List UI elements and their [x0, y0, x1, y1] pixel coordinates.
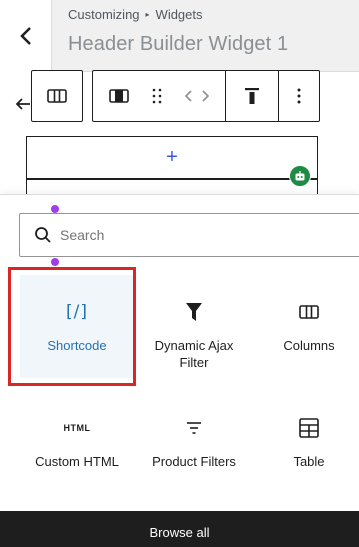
column-icon	[109, 89, 129, 103]
block-toolbar	[92, 70, 320, 122]
vertical-align-button[interactable]	[226, 71, 278, 121]
customizer-back-button[interactable]	[0, 0, 52, 72]
breadcrumb-current: Widgets	[155, 7, 203, 22]
search-box[interactable]	[19, 213, 359, 257]
block-label: Product Filters	[152, 454, 236, 469]
html-icon: HTML	[63, 423, 91, 433]
browse-all-button[interactable]: Browse all	[0, 511, 359, 547]
search-icon	[34, 226, 52, 244]
editor-back-button[interactable]	[15, 96, 31, 117]
columns-icon	[47, 89, 67, 103]
plus-icon: +	[166, 146, 178, 168]
block-product-filters[interactable]: Product Filters	[137, 413, 251, 503]
drag-handle-icon	[152, 88, 162, 104]
robot-badge-icon[interactable]	[289, 165, 311, 187]
block-shortcode[interactable]: [/] Shortcode	[20, 275, 134, 378]
shortcode-icon: [/]	[66, 302, 88, 322]
more-options-button[interactable]	[279, 71, 319, 121]
columns-icon	[299, 297, 319, 327]
move-arrows-button[interactable]	[169, 71, 225, 121]
block-inserter-popover: [/] Shortcode Dynamic Ajax Filter Column…	[0, 194, 359, 547]
block-type-button[interactable]	[93, 71, 145, 121]
block-custom-html[interactable]: HTML Custom HTML	[20, 413, 134, 503]
block-label: Custom HTML	[35, 454, 119, 469]
more-options-icon	[297, 88, 301, 104]
funnel-icon	[185, 297, 203, 327]
resize-handle-dot[interactable]	[51, 205, 59, 213]
block-label: Shortcode	[47, 338, 107, 353]
filter-lines-icon	[186, 413, 202, 443]
customizer-header: Customizing ▸ Widgets Header Builder Wid…	[0, 0, 359, 72]
block-label: Dynamic Ajax Filter	[154, 338, 234, 370]
block-label: Table	[293, 454, 325, 469]
block-dynamic-ajax-filter[interactable]: Dynamic Ajax Filter	[137, 275, 251, 378]
resize-handle-dot[interactable]	[51, 258, 59, 266]
search-input[interactable]	[60, 215, 350, 255]
align-top-icon	[245, 88, 259, 104]
block-columns[interactable]: Columns	[252, 275, 359, 378]
add-block-button[interactable]: +	[26, 136, 318, 180]
block-table[interactable]: Table	[252, 413, 359, 503]
arrow-left-icon	[15, 98, 30, 110]
block-label: Columns	[283, 338, 335, 353]
drag-handle[interactable]	[145, 71, 169, 121]
table-icon	[299, 413, 319, 443]
select-parent-button[interactable]	[32, 71, 82, 121]
code-arrows-icon	[184, 90, 210, 102]
block-toolbar-parent	[31, 70, 83, 122]
breadcrumb-separator: ▸	[145, 10, 150, 19]
chevron-left-icon	[19, 27, 31, 45]
breadcrumb-root: Customizing	[68, 7, 140, 22]
breadcrumb: Customizing ▸ Widgets	[68, 7, 203, 22]
page-title: Header Builder Widget 1	[68, 33, 289, 55]
